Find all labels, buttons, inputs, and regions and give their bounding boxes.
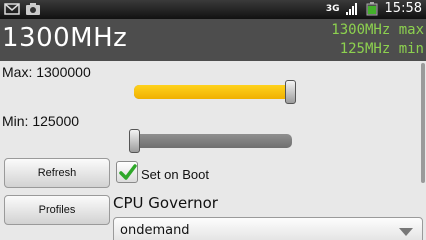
3g-icon: 3G	[325, 3, 340, 14]
cpu-governor-select[interactable]: ondemand	[113, 217, 423, 240]
set-on-boot-label: Set on Boot	[141, 167, 209, 182]
clock: 15:58	[384, 1, 422, 16]
max-slider-thumb[interactable]	[285, 80, 296, 104]
checkmark-icon	[119, 164, 137, 180]
cpu-governor-title: CPU Governor	[113, 194, 218, 212]
min-slider-label: Min: 125000	[2, 113, 80, 129]
camera-icon	[26, 3, 40, 15]
max-frequency-slider[interactable]	[134, 80, 296, 104]
profiles-button[interactable]: Profiles	[4, 195, 110, 225]
status-bar: 3G 15:58	[0, 0, 426, 19]
gmail-icon	[4, 3, 20, 15]
max-slider-label: Max: 1300000	[2, 64, 91, 80]
signal-icon	[345, 2, 357, 15]
min-frequency-readout: 125MHz min	[339, 41, 424, 57]
max-frequency-readout: 1300MHz max	[331, 22, 424, 38]
current-frequency: 1300MHz	[2, 23, 128, 53]
dropdown-arrow-icon	[399, 228, 413, 236]
min-frequency-slider[interactable]	[129, 129, 292, 153]
scrollbar[interactable]	[421, 63, 425, 183]
battery-icon	[366, 1, 378, 15]
set-on-boot-checkbox[interactable]	[116, 161, 138, 183]
cpu-governor-value: ondemand	[120, 223, 190, 238]
min-slider-thumb[interactable]	[129, 129, 140, 153]
frequency-header: 1300MHz 1300MHz max 125MHz min	[0, 19, 426, 61]
max-slider-fill	[134, 85, 291, 99]
refresh-button[interactable]: Refresh	[4, 158, 110, 188]
